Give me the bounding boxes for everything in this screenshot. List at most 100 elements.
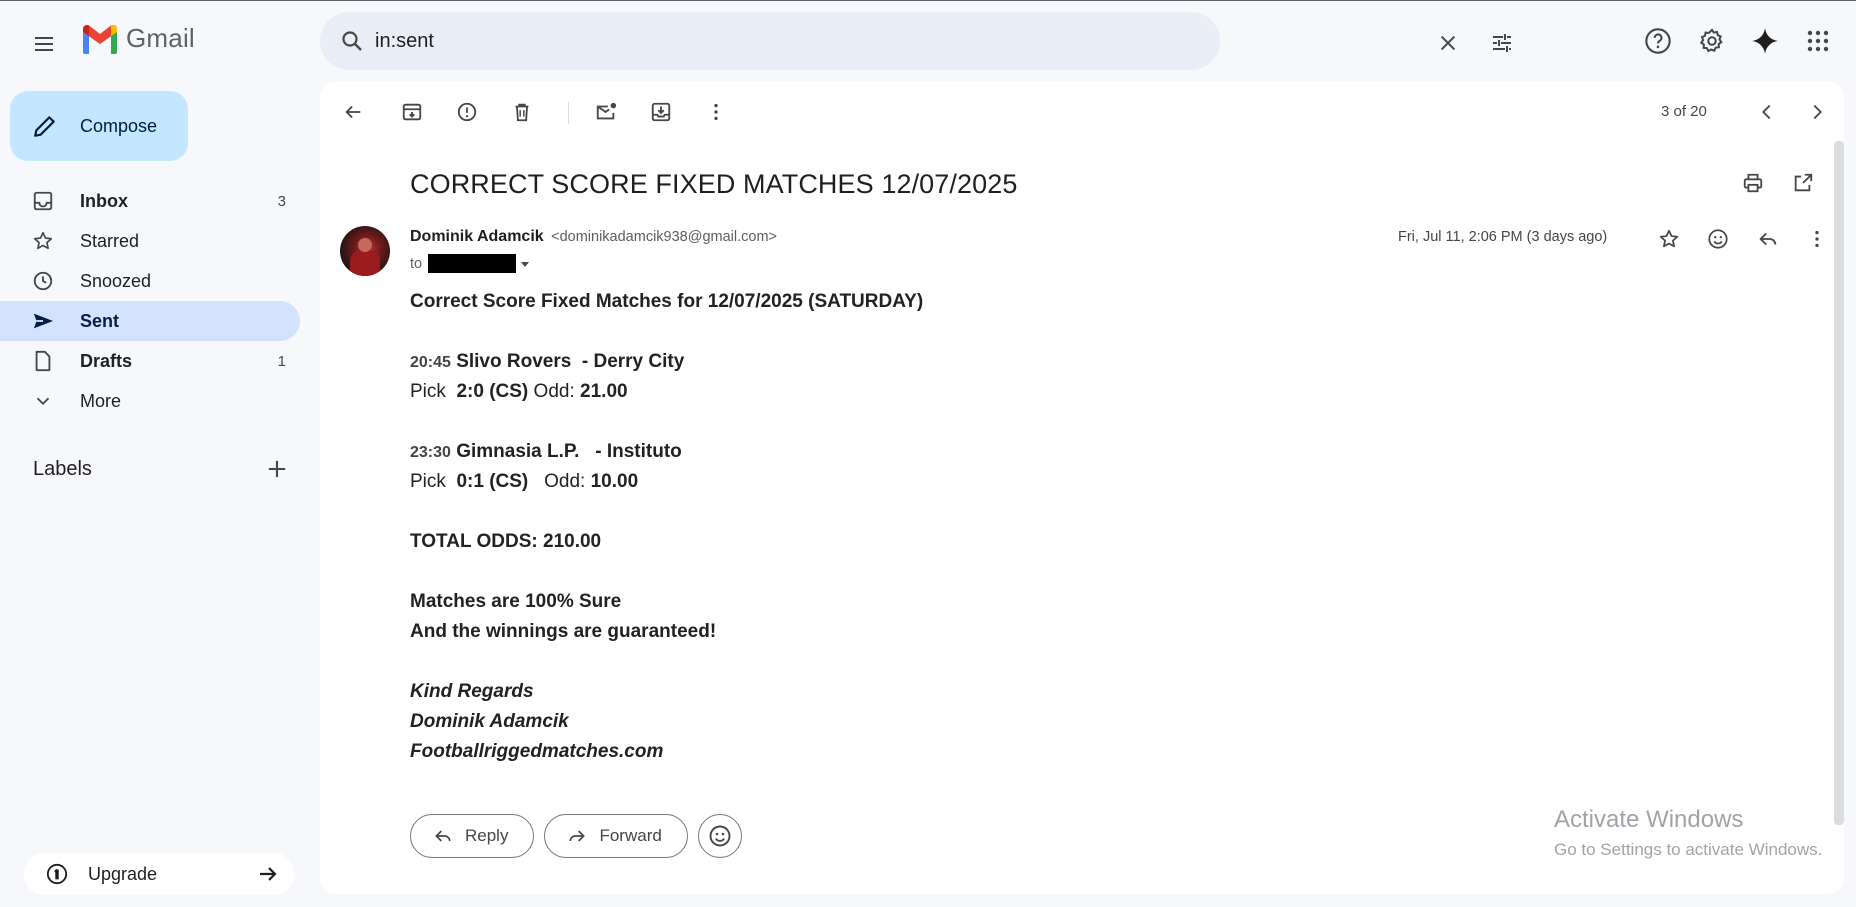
gmail-logo[interactable]: Gmail (80, 23, 195, 54)
arrow-left-icon (345, 105, 361, 119)
search-input[interactable]: in:sent (375, 30, 434, 53)
hamburger-icon (35, 37, 53, 51)
sidebar-item-sent[interactable]: Sent (0, 301, 300, 341)
open-new-window-button[interactable] (1783, 163, 1823, 203)
caret-down-icon[interactable] (519, 258, 531, 270)
pencil-icon (34, 116, 55, 137)
inbox-icon (33, 191, 53, 211)
compose-button[interactable]: Compose (10, 91, 188, 161)
main-menu-button[interactable] (20, 20, 68, 68)
signature-site: Footballriggedmatches.com (410, 741, 664, 762)
watermark-title: Activate Windows (1554, 806, 1744, 833)
sidebar-item-snoozed[interactable]: Snoozed (0, 261, 300, 301)
archive-button[interactable] (392, 92, 432, 132)
sidebar-item-more[interactable]: More (0, 381, 300, 421)
regards-line: Kind Regards (410, 681, 534, 702)
forward-button[interactable]: Forward (544, 814, 688, 858)
more-options-button[interactable] (696, 92, 736, 132)
activation-watermark: Activate Windows Go to Settings to activ… (1554, 806, 1822, 860)
print-icon (1743, 173, 1763, 193)
reply-icon (1759, 232, 1777, 246)
settings-button[interactable] (1692, 21, 1732, 61)
header: Gmail in:sent (0, 1, 1856, 81)
chevron-right-icon (1813, 104, 1822, 120)
sender-email: <dominikadamcik938@gmail.com> (551, 229, 778, 245)
sender-line: Dominik Adamcik <dominikadamcik938@gmail… (410, 228, 777, 246)
sidebar-item-drafts[interactable]: Drafts 1 (0, 341, 300, 381)
sidebar-item-label: Sent (80, 311, 120, 331)
sidebar-item-starred[interactable]: Starred (0, 221, 300, 261)
toolbar-divider (568, 102, 569, 124)
emoji-reaction-button[interactable] (697, 814, 742, 858)
gmail-m-icon (83, 24, 117, 54)
support-button[interactable] (1638, 21, 1678, 61)
back-button[interactable] (333, 92, 373, 132)
match1-teams: Slivo Rovers - Derry City (456, 351, 685, 372)
match2-pick: 0:1 (CS) (456, 471, 529, 492)
search-button[interactable] (334, 23, 370, 59)
newer-button[interactable] (1747, 92, 1787, 132)
star-button[interactable] (1649, 219, 1689, 259)
message-toolbar: 3 of 20 (320, 81, 1844, 143)
match2-odd-label: Odd: (544, 471, 586, 492)
apps-button[interactable] (1798, 21, 1838, 61)
email-body: Correct Score Fixed Matches for 12/07/20… (410, 287, 923, 767)
recipient-line: to (410, 254, 531, 273)
delete-button[interactable] (502, 92, 542, 132)
star-icon (1659, 229, 1679, 248)
chevron-down-icon (36, 397, 50, 406)
labels-section: Labels (0, 452, 300, 488)
report-icon (457, 102, 477, 122)
match1-pick-label: Pick (410, 381, 446, 402)
move-to-button[interactable] (641, 92, 681, 132)
avatar-figure (350, 250, 380, 276)
sender-avatar[interactable] (340, 226, 390, 276)
report-spam-button[interactable] (447, 92, 487, 132)
total-odds: TOTAL ODDS: 210.00 (410, 531, 602, 552)
reply-label: Reply (465, 826, 509, 845)
create-label-button[interactable] (263, 455, 291, 483)
emoji-icon (709, 825, 731, 847)
open-in-new-icon (1794, 173, 1813, 192)
email-subject: CORRECT SCORE FIXED MATCHES 12/07/2025 (410, 169, 1018, 199)
clock-icon (33, 271, 53, 291)
add-reaction-button[interactable] (1698, 219, 1738, 259)
upgrade-label: Upgrade (88, 864, 158, 884)
reply-icon-button[interactable] (1748, 219, 1788, 259)
search-options-button[interactable] (1482, 23, 1522, 63)
emoji-icon (1708, 229, 1728, 249)
body-heading: Correct Score Fixed Matches for 12/07/20… (410, 291, 924, 312)
guarantee-line: And the winnings are guaranteed! (410, 621, 717, 642)
sidebar-item-label: Snoozed (80, 271, 152, 291)
plus-icon (268, 460, 286, 478)
match1-time: 20:45 (410, 354, 451, 371)
upgrade-button[interactable]: Upgrade (24, 853, 294, 895)
sidebar-item-label: Inbox (80, 191, 128, 211)
match1-odd-label: Odd: (533, 381, 575, 402)
sidebar-item-label: Drafts (80, 351, 133, 371)
tune-icon (1493, 34, 1511, 52)
message-panel: 3 of 20 CORRECT SCORE FIXED MATCHES 12/0… (320, 81, 1844, 894)
reply-actions: Reply Forward (410, 814, 742, 858)
forward-label: Forward (599, 826, 662, 845)
print-button[interactable] (1733, 163, 1773, 203)
clear-search-button[interactable] (1428, 23, 1468, 63)
sender-name[interactable]: Dominik Adamcik (410, 228, 544, 245)
sidebar-item-inbox[interactable]: Inbox 3 (0, 181, 300, 221)
upgrade-info-icon (46, 863, 68, 885)
to-prefix: to (410, 255, 423, 272)
redacted-recipient (428, 254, 517, 273)
gemini-button[interactable] (1745, 21, 1785, 61)
message-more-button[interactable] (1797, 219, 1837, 259)
signature-name: Dominik Adamcik (410, 711, 569, 732)
older-button[interactable] (1797, 92, 1837, 132)
draft-icon (35, 350, 51, 372)
arrow-right-icon (260, 867, 277, 881)
search-bar[interactable]: in:sent (320, 12, 1511, 70)
reply-button[interactable]: Reply (410, 814, 535, 858)
mark-unread-button[interactable] (586, 92, 626, 132)
draft-count: 1 (277, 353, 286, 370)
match1-pick: 2:0 (CS) (456, 381, 529, 402)
avatar-face (358, 238, 372, 252)
sidebar-nav: Inbox 3 Starred Snoozed Sent Drafts 1 Mo… (0, 181, 300, 421)
